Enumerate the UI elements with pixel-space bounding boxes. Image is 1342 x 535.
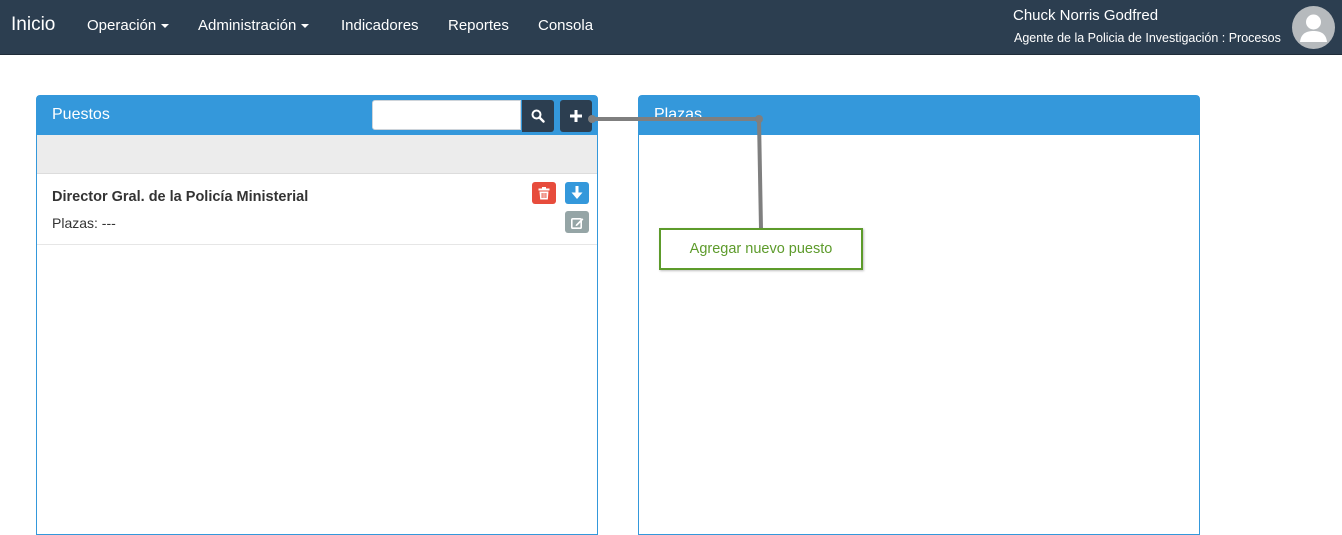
edit-button[interactable] [565, 211, 589, 233]
caret-down-icon [301, 24, 310, 29]
caret-down-icon [161, 24, 170, 29]
nav-consola-link[interactable]: Consola [538, 17, 593, 34]
plus-icon [570, 110, 582, 122]
user-name[interactable]: Chuck Norris Godfred [1013, 7, 1158, 24]
puesto-plazas: Plazas: --- [52, 215, 116, 231]
search-button[interactable] [522, 100, 554, 132]
plazas-panel: Plazas [638, 95, 1200, 535]
puestos-search-input[interactable] [372, 100, 521, 130]
edit-icon [570, 217, 583, 229]
nav-administracion-dropdown[interactable]: Administración [198, 17, 310, 34]
add-puesto-tooltip: Agregar nuevo puesto [659, 228, 863, 270]
nav-operacion-dropdown[interactable]: Operación [87, 17, 170, 34]
puestos-filter-bar [37, 135, 597, 174]
nav-operacion-label: Operación [87, 17, 157, 34]
user-avatar[interactable] [1292, 6, 1335, 49]
plazas-panel-title: Plazas [654, 106, 703, 123]
add-puesto-button[interactable] [560, 100, 592, 132]
nav-indicadores-link[interactable]: Indicadores [341, 17, 419, 34]
trash-icon [538, 186, 550, 199]
search-icon [531, 109, 545, 123]
puestos-panel-title: Puestos [52, 106, 110, 123]
tooltip-text: Agregar nuevo puesto [689, 241, 833, 257]
plazas-panel-heading: Plazas [639, 96, 1199, 135]
download-button[interactable] [565, 182, 589, 204]
list-item[interactable]: Director Gral. de la Policía Ministerial… [37, 174, 597, 245]
puestos-panel-heading: Puestos [37, 96, 597, 135]
user-role: Agente de la Policia de Investigación : … [1014, 31, 1281, 45]
download-icon [571, 186, 583, 199]
brand-home-link[interactable]: Inicio [11, 14, 55, 36]
puesto-title: Director Gral. de la Policía Ministerial [52, 189, 309, 205]
delete-button[interactable] [532, 182, 556, 204]
nav-reportes-link[interactable]: Reportes [448, 17, 509, 34]
top-navbar: Inicio Operación Administración Indicado… [0, 0, 1342, 55]
user-icon [1300, 14, 1327, 42]
puestos-panel: Puestos Director Gral. de la Policía Min… [36, 95, 598, 535]
nav-administracion-label: Administración [198, 17, 297, 34]
